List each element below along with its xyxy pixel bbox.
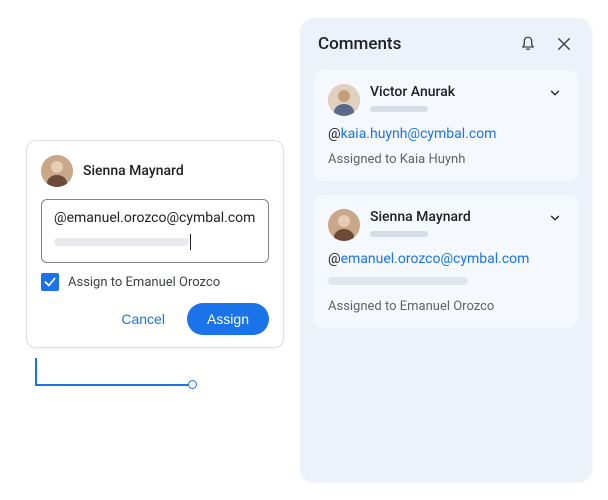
text-caret	[190, 234, 191, 250]
comment-author: Sienna Maynard	[370, 209, 536, 225]
assign-checkbox-label: Assign to Emanuel Orozco	[68, 275, 220, 290]
comment-card: Sienna Maynard @emanuel.orozco@cymbal.co…	[314, 195, 578, 328]
assign-button[interactable]: Assign	[187, 303, 269, 335]
comment-body-placeholder	[328, 277, 468, 285]
comment-input[interactable]: @emanuel.orozco@cymbal.com	[41, 199, 269, 263]
anchor-line	[35, 384, 192, 386]
avatar	[328, 84, 360, 116]
comments-panel: Comments Victor Anurak @kaia.huynh@cymba…	[300, 18, 592, 482]
input-line-2	[54, 234, 256, 250]
comment-meta: Victor Anurak	[370, 84, 536, 112]
bell-icon[interactable]	[518, 34, 538, 54]
close-icon[interactable]	[554, 34, 574, 54]
timestamp-placeholder	[370, 106, 428, 112]
comment-card: Victor Anurak @kaia.huynh@cymbal.com Ass…	[314, 70, 578, 181]
timestamp-placeholder	[370, 231, 428, 237]
compose-actions: Cancel Assign	[41, 303, 269, 335]
assigned-to-text: Assigned to Emanuel Orozco	[328, 299, 564, 314]
new-comment-card: Sienna Maynard @emanuel.orozco@cymbal.co…	[26, 140, 284, 348]
mention-email: kaia.huynh@cymbal.com	[341, 126, 497, 142]
anchor-dot	[188, 380, 197, 389]
panel-header: Comments	[314, 34, 578, 54]
comment-header: Victor Anurak	[328, 84, 564, 116]
assign-checkbox[interactable]	[41, 273, 59, 291]
anchor-line	[35, 358, 37, 384]
panel-title: Comments	[318, 34, 401, 54]
comment-mention[interactable]: @kaia.huynh@cymbal.com	[328, 126, 564, 142]
avatar	[41, 155, 73, 187]
comment-meta: Sienna Maynard	[370, 209, 536, 237]
assigned-to-text: Assigned to Kaia Huynh	[328, 152, 564, 167]
compose-header: Sienna Maynard	[41, 155, 269, 187]
mention-email: emanuel.orozco@cymbal.com	[341, 251, 530, 267]
comment-header: Sienna Maynard	[328, 209, 564, 241]
assign-row: Assign to Emanuel Orozco	[41, 273, 269, 291]
comment-author: Victor Anurak	[370, 84, 536, 100]
comment-mention[interactable]: @emanuel.orozco@cymbal.com	[328, 251, 564, 267]
compose-author: Sienna Maynard	[83, 163, 184, 179]
mention-text: @emanuel.orozco@cymbal.com	[54, 210, 256, 226]
panel-icons	[518, 34, 574, 54]
placeholder-bar	[54, 238, 189, 246]
cancel-button[interactable]: Cancel	[107, 303, 179, 335]
avatar	[328, 209, 360, 241]
chevron-down-icon[interactable]	[546, 84, 564, 102]
chevron-down-icon[interactable]	[546, 209, 564, 227]
